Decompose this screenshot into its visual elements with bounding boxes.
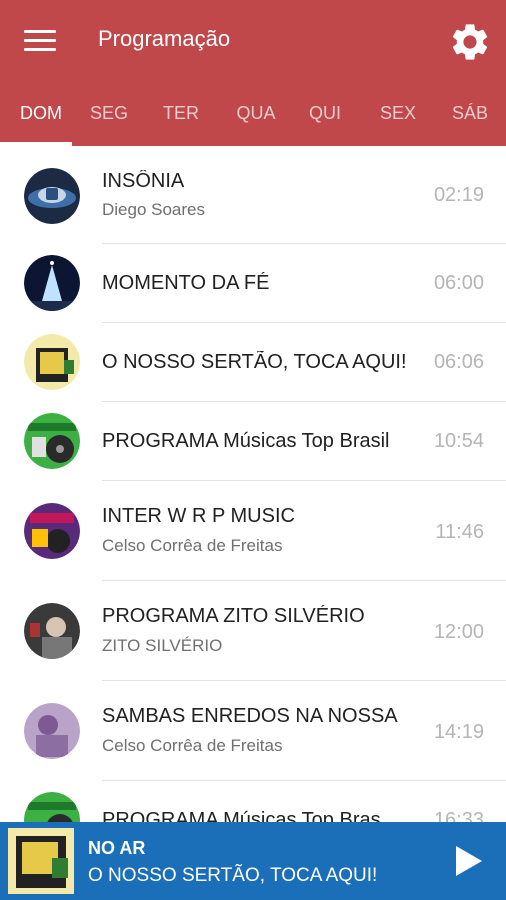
program-title: MOMENTO DA FÉ <box>102 272 270 294</box>
tab-seg[interactable]: SEG <box>74 84 144 146</box>
list-item[interactable]: MOMENTO DA FÉ 06:00 <box>0 244 506 323</box>
program-host: Celso Corrêa de Freitas <box>102 536 283 555</box>
now-playing-artwork <box>8 828 74 894</box>
program-avatar <box>24 603 80 659</box>
program-title: PROGRAMA Músicas Top Brasil <box>102 430 390 452</box>
program-host: Diego Soares <box>102 200 206 219</box>
now-playing-bar[interactable]: NO AR O NOSSO SERTÃO, TOCA AQUI! <box>0 822 506 900</box>
program-time: 14:19 <box>433 721 484 743</box>
now-playing-title: O NOSSO SERTÃO, TOCA AQUI! <box>88 865 378 886</box>
program-time: 12:00 <box>433 621 484 643</box>
program-avatar <box>24 792 80 822</box>
program-time: 02:19 <box>433 184 484 206</box>
program-title: INSÔNIA <box>102 170 185 192</box>
list-item[interactable]: SAMBAS ENREDOS NA NOSSA Celso Corrêa de … <box>0 681 506 781</box>
hamburger-menu-icon[interactable] <box>24 30 56 54</box>
tab-dom[interactable]: DOM <box>0 84 82 146</box>
list-item[interactable]: PROGRAMA ZITO SILVÉRIO ZITO SILVÉRIO 12:… <box>0 581 506 681</box>
program-time: 10:54 <box>433 430 484 452</box>
day-tabs: DOM SEG TER QUA QUI SEX SÁB <box>0 84 506 146</box>
program-avatar <box>24 255 80 311</box>
page-title: Programação <box>98 26 231 51</box>
tab-ter[interactable]: TER <box>146 84 216 146</box>
list-item[interactable]: PROGRAMA Músicas Top Bras 16:33 <box>0 781 506 822</box>
program-time: 16:33 <box>433 809 484 822</box>
program-avatar <box>24 503 80 559</box>
program-title: O NOSSO SERTÃO, TOCA AQUI! <box>102 351 407 373</box>
on-air-label: NO AR <box>88 838 146 858</box>
list-item[interactable]: INTER W R P MUSIC Celso Corrêa de Freita… <box>0 481 506 581</box>
app-bar: Programação <box>0 0 506 84</box>
list-item[interactable]: PROGRAMA Músicas Top Brasil 10:54 <box>0 402 506 481</box>
program-avatar <box>24 413 80 469</box>
program-host: Celso Corrêa de Freitas <box>102 736 283 755</box>
tab-qua[interactable]: QUA <box>220 84 292 146</box>
program-avatar <box>24 334 80 390</box>
program-time: 06:06 <box>433 351 484 373</box>
program-title: INTER W R P MUSIC <box>102 505 295 527</box>
program-title: PROGRAMA Músicas Top Bras <box>102 809 381 822</box>
program-time: 11:46 <box>435 521 484 543</box>
program-title: SAMBAS ENREDOS NA NOSSA <box>102 705 398 727</box>
list-item[interactable]: INSÔNIA Diego Soares 02:19 <box>0 146 506 244</box>
program-list: INSÔNIA Diego Soares 02:19 MOMENTO DA FÉ… <box>0 146 506 822</box>
program-host: ZITO SILVÉRIO <box>102 636 223 655</box>
gear-icon[interactable] <box>448 20 492 64</box>
tab-sex[interactable]: SEX <box>362 84 434 146</box>
list-item[interactable]: O NOSSO SERTÃO, TOCA AQUI! 06:06 <box>0 323 506 402</box>
tab-qui[interactable]: QUI <box>292 84 358 146</box>
program-time: 06:00 <box>433 272 484 294</box>
program-title: PROGRAMA ZITO SILVÉRIO <box>102 605 365 627</box>
tab-sab[interactable]: SÁB <box>434 84 506 146</box>
program-avatar <box>24 168 80 224</box>
play-icon[interactable] <box>448 842 486 880</box>
program-avatar <box>24 703 80 759</box>
